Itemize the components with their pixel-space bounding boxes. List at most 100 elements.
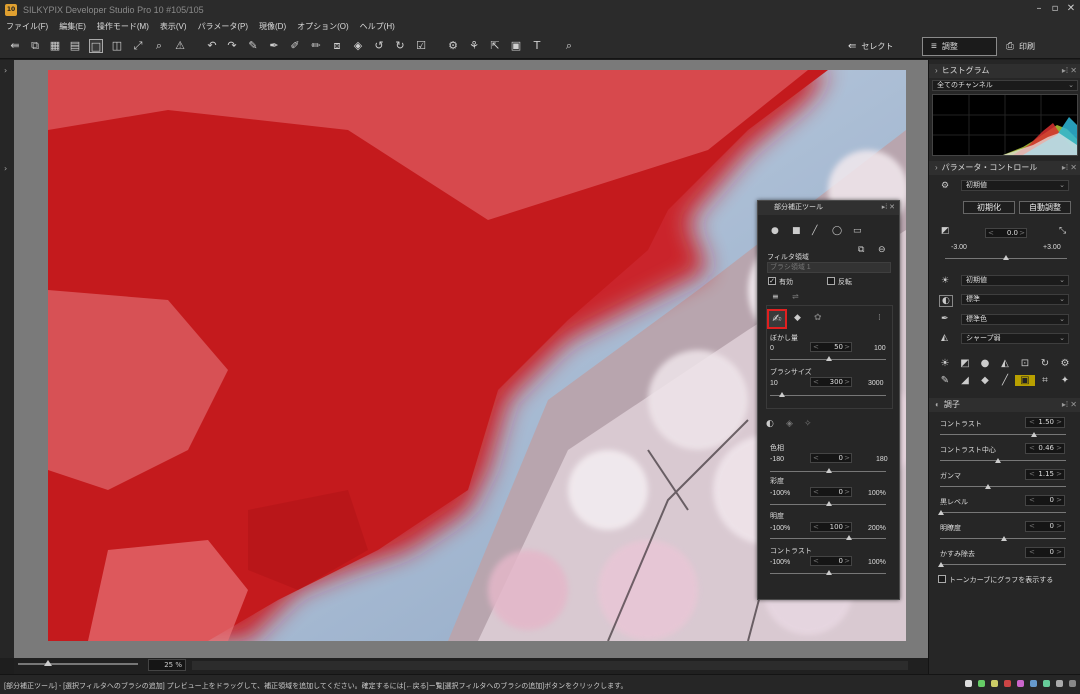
lens-tool-icon[interactable]: ⊡ xyxy=(1015,358,1035,369)
brush-size-slider-track[interactable] xyxy=(770,395,886,396)
status-red-icon[interactable] xyxy=(1004,680,1011,687)
auto-adjust-button[interactable]: 自動調整 xyxy=(1019,201,1071,214)
contrast-value-field[interactable]: 1.50 xyxy=(1025,417,1065,428)
brightness-slider-thumb[interactable] xyxy=(846,535,852,540)
ellipse-shape-icon[interactable]: ◯ xyxy=(832,226,842,236)
panel-close-icon[interactable]: ▸⁞ ✕ xyxy=(882,201,895,215)
blur-value-field[interactable]: 50 xyxy=(810,342,852,352)
spot-tool-icon[interactable]: ✦ xyxy=(1055,375,1075,386)
undo-icon[interactable]: ↶ xyxy=(205,39,219,53)
black-level-value-field[interactable]: 0 xyxy=(1025,495,1065,506)
expand-left-icon[interactable]: › xyxy=(4,164,7,173)
select-mode-button[interactable]: ⇚ セレクト xyxy=(840,37,901,56)
filter-adjust-icon[interactable]: ≡ xyxy=(772,292,779,301)
menu-mode[interactable]: 操作モード(M) xyxy=(97,21,149,32)
close-icon[interactable]: ✕ xyxy=(1062,2,1080,16)
compare-view-icon[interactable]: ◫ xyxy=(110,39,124,53)
contrast-slider-track[interactable] xyxy=(940,434,1066,435)
redo-icon[interactable]: ↷ xyxy=(225,39,239,53)
rotate-tool-icon[interactable]: ↻ xyxy=(1035,358,1055,369)
eraser-icon[interactable]: ◆ xyxy=(794,313,801,323)
contrast-center-value-field[interactable]: 0.46 xyxy=(1025,443,1065,454)
gray-dropper-icon[interactable]: ✐ xyxy=(288,39,302,53)
menu-option[interactable]: オプション(O) xyxy=(297,21,349,32)
zoom-slider-track[interactable] xyxy=(18,663,138,665)
exposure-slider-thumb[interactable] xyxy=(1003,255,1009,260)
collapse-icon[interactable]: › xyxy=(935,66,938,75)
sharp-tab-icon[interactable]: ✧ xyxy=(804,419,812,429)
print-mode-button[interactable]: ⎙ 印刷 xyxy=(998,37,1043,56)
gamma-slider-thumb[interactable] xyxy=(985,484,991,489)
horizontal-scrollbar[interactable] xyxy=(192,661,908,670)
develop-icon[interactable]: ▣ xyxy=(509,39,523,53)
settings-gear-icon[interactable]: ⚙ xyxy=(941,181,949,191)
param-control-menu-icon[interactable]: ▸⁞ ✕ xyxy=(1062,161,1077,175)
menu-edit[interactable]: 編集(E) xyxy=(59,21,86,32)
sharpness-icon[interactable]: ◭ xyxy=(941,333,948,343)
contrast-center-slider-track[interactable] xyxy=(940,460,1066,461)
dropper-icon[interactable]: ✎ xyxy=(246,39,260,53)
exposure-auto-icon[interactable]: ⤡ xyxy=(1059,226,1066,236)
tone-tab-icon[interactable]: ◈ xyxy=(786,419,793,429)
menu-view[interactable]: 表示(V) xyxy=(160,21,187,32)
tone-section-icon[interactable]: ◐ xyxy=(935,400,940,409)
check-icon[interactable]: ☑ xyxy=(414,39,428,53)
hue-value-field[interactable]: 0 xyxy=(810,453,852,463)
wb-dropper-icon[interactable]: ✒ xyxy=(267,39,281,53)
dehaze-value-field[interactable]: 0 xyxy=(1025,547,1065,558)
adjust-mode-button[interactable]: ≡ 調整 xyxy=(922,37,997,56)
histogram-menu-icon[interactable]: ▸⁞ ✕ xyxy=(1062,64,1077,78)
fullscreen-icon[interactable]: ⤢ xyxy=(131,39,145,53)
status-blue-icon[interactable] xyxy=(1030,680,1037,687)
saturation-value-field[interactable]: 0 xyxy=(810,487,852,497)
zoom-slider-thumb[interactable] xyxy=(44,660,52,666)
rotate-right-icon[interactable]: ↻ xyxy=(393,39,407,53)
filter-swap-icon[interactable]: ⇌ xyxy=(792,292,799,301)
status-undo-icon[interactable] xyxy=(1056,680,1063,687)
export-icon[interactable]: ⇱ xyxy=(488,39,502,53)
filmstrip-icon[interactable]: ▤ xyxy=(68,39,82,53)
brightness-value-field[interactable]: 100 xyxy=(810,522,852,532)
rect-shape-icon[interactable]: ■ xyxy=(792,226,801,236)
menu-develop[interactable]: 現像(D) xyxy=(259,21,286,32)
partial-tool-header[interactable]: 部分補正ツール ▸⁞ ✕ xyxy=(758,201,899,215)
menu-parameter[interactable]: パラメータ(P) xyxy=(198,21,248,32)
gear-tool-icon[interactable]: ⚙ xyxy=(1055,358,1075,369)
single-view-icon[interactable]: □ xyxy=(89,39,103,53)
color-pen-icon[interactable]: ✒ xyxy=(941,314,949,324)
auto-mask-icon[interactable]: ✿ xyxy=(814,313,822,323)
undo-select-icon[interactable]: ⇚ xyxy=(8,39,22,53)
param-control-header[interactable]: › パラメータ・コントロール ▸⁞ ✕ xyxy=(929,161,1080,175)
saturation-slider-thumb[interactable] xyxy=(826,501,832,506)
tone-curve-checkbox[interactable] xyxy=(938,575,946,583)
paste-icon[interactable]: ⚘ xyxy=(467,39,481,53)
spot-icon[interactable]: ✏ xyxy=(309,39,323,53)
reset-button[interactable]: 初期化 xyxy=(963,201,1015,214)
clarity-value-field[interactable]: 0 xyxy=(1025,521,1065,532)
triangle-tool-icon[interactable]: ◢ xyxy=(955,375,975,386)
brush-size-slider-thumb[interactable] xyxy=(779,392,785,397)
menu-help[interactable]: ヘルプ(H) xyxy=(360,21,395,32)
brush-tool-icon[interactable]: ╱ xyxy=(995,375,1015,386)
status-purple-icon[interactable] xyxy=(1017,680,1024,687)
line-shape-icon[interactable]: ╱ xyxy=(812,226,817,236)
exposure-value-field[interactable]: 0.0 xyxy=(985,228,1027,238)
tone-dropdown[interactable]: 標準 ⌄ xyxy=(961,294,1069,305)
text-icon[interactable]: T xyxy=(530,39,544,53)
tone-contrast-icon[interactable]: ◐ xyxy=(939,295,953,307)
exposure-tool-icon[interactable]: ◩ xyxy=(955,358,975,369)
expand-left-top-icon[interactable]: › xyxy=(4,66,7,75)
hue-slider-thumb[interactable] xyxy=(826,468,832,473)
fish-tool-icon[interactable]: ◆ xyxy=(975,375,995,386)
add-brush-button[interactable]: ✍ xyxy=(767,309,787,329)
status-green-icon[interactable] xyxy=(1043,680,1050,687)
histogram-header[interactable]: › ヒストグラム ▸⁞ ✕ xyxy=(929,64,1080,78)
rotate-left-icon[interactable]: ↺ xyxy=(372,39,386,53)
copy-icon[interactable]: ⧉ xyxy=(28,39,42,53)
black-level-slider-thumb[interactable] xyxy=(938,510,944,515)
add-filter-icon[interactable]: ⧉ xyxy=(858,245,864,255)
circle-shape-icon[interactable]: ● xyxy=(771,226,779,236)
dehaze-slider-track[interactable] xyxy=(940,564,1066,565)
preset-dropdown[interactable]: 初期値 ⌄ xyxy=(961,180,1069,191)
wb-dropdown[interactable]: 初期値 ⌄ xyxy=(961,275,1069,286)
